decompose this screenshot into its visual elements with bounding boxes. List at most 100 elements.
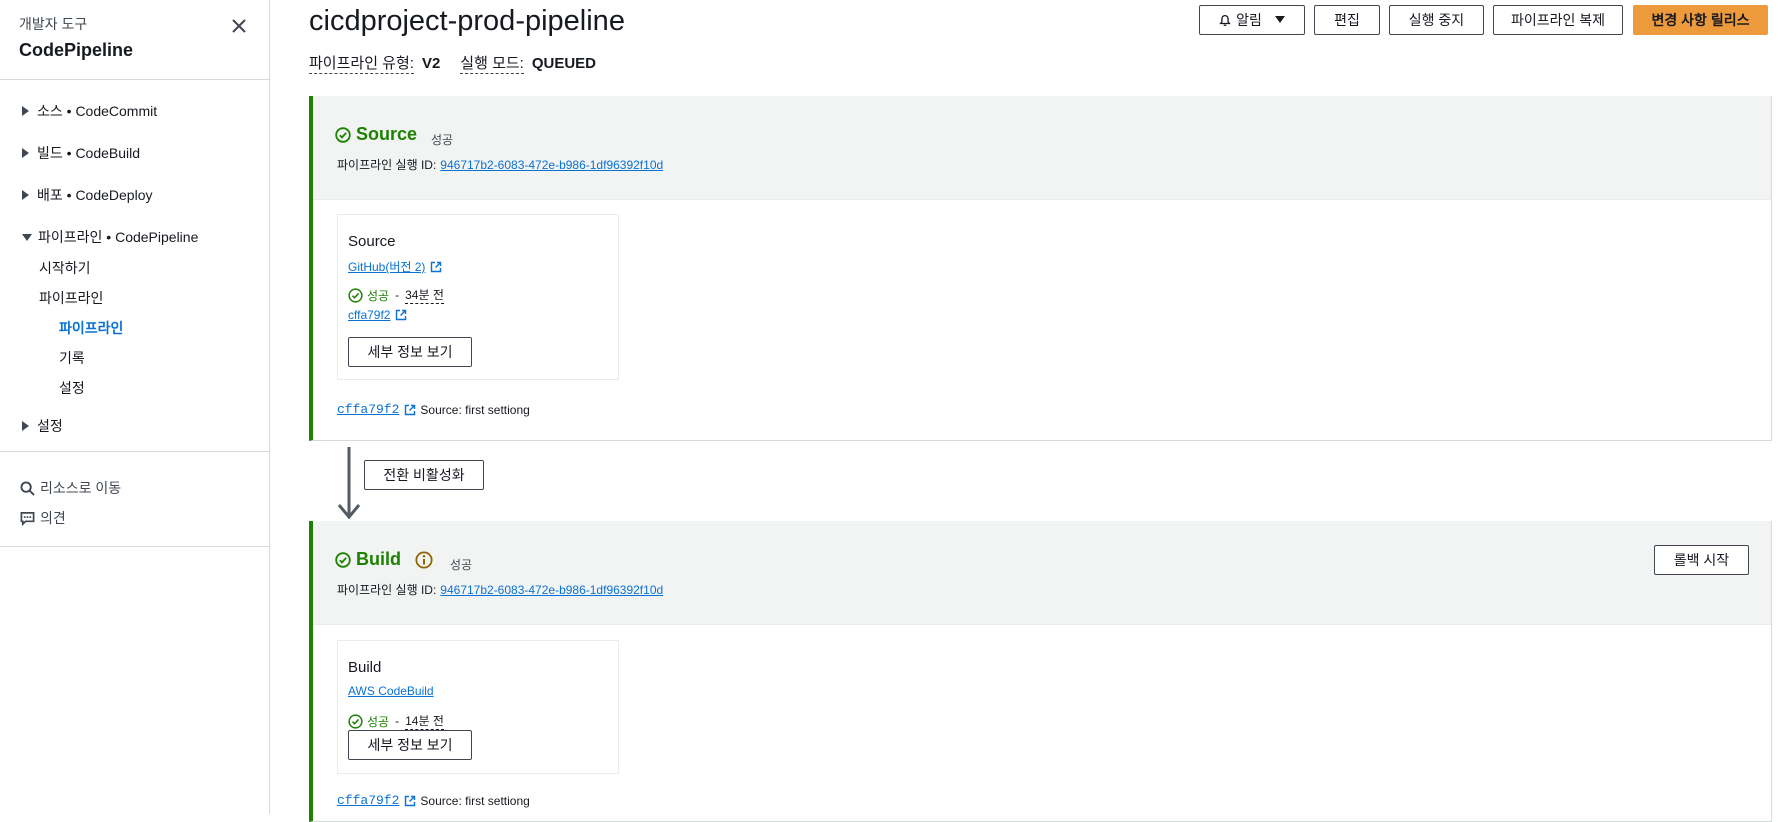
stage-source-header: Source 성공 파이프라인 실행 ID: 946717b2-6083-472e…	[313, 96, 1771, 200]
sidebar-item-history[interactable]: 기록	[59, 348, 85, 368]
stage-name: Source	[356, 124, 418, 144]
action-time[interactable]: 14분 전	[405, 712, 444, 730]
stage-commit-row: cffa79f2 Source: first settiong	[337, 793, 530, 808]
feedback-label: 의견	[40, 510, 66, 526]
stop-execution-button[interactable]: 실행 중지	[1389, 5, 1484, 35]
sidebar-group-pipeline[interactable]: 파이프라인 • CodePipeline	[22, 227, 198, 247]
pipeline-type-value: V2	[421, 54, 441, 72]
sidebar-group-deploy[interactable]: 배포 • CodeDeploy	[22, 185, 153, 205]
separator: -	[395, 288, 400, 302]
notify-button[interactable]: 알림	[1199, 5, 1305, 35]
stage-status: 성공	[431, 133, 454, 147]
external-link-icon	[396, 309, 407, 321]
sidebar-divider	[0, 451, 269, 452]
action-card-build: Build AWS CodeBuild 성공 - 14분 전 세부 정보 보기	[337, 640, 619, 774]
go-to-resource-link[interactable]: 리소스로 이동	[20, 478, 121, 498]
external-link-icon[interactable]	[404, 795, 416, 807]
action-provider-link[interactable]: AWS CodeBuild	[348, 684, 434, 698]
sidebar-subtitle: 개발자 도구	[19, 16, 88, 32]
execution-id-link[interactable]: 946717b2-6083-472e-b986-1df96392f10d	[440, 158, 663, 172]
separator: -	[395, 714, 400, 728]
transition-arrow-icon	[337, 447, 361, 520]
action-commit-label: cffa79f2	[348, 308, 391, 322]
feedback-link[interactable]: 의견	[20, 508, 66, 528]
sidebar-group-label: 배포 • CodeDeploy	[37, 187, 153, 203]
view-details-button[interactable]: 세부 정보 보기	[348, 730, 472, 760]
stage-commit-row: cffa79f2 Source: first settiong	[337, 402, 530, 417]
sidebar-divider	[0, 79, 269, 80]
sidebar-group-label: 빌드 • CodeBuild	[37, 145, 141, 161]
start-rollback-button[interactable]: 롤백 시작	[1654, 545, 1749, 575]
caret-right-icon	[22, 106, 29, 116]
success-icon	[335, 551, 351, 568]
sidebar-item-settings[interactable]: 설정	[59, 378, 85, 398]
commit-message: Source: first settiong	[420, 793, 530, 808]
caret-down-icon	[1274, 16, 1285, 23]
success-icon	[335, 126, 351, 143]
action-time[interactable]: 34분 전	[405, 286, 444, 304]
action-provider-link[interactable]: GitHub(버전 2)	[348, 258, 442, 275]
sidebar-group-source[interactable]: 소스 • CodeCommit	[22, 101, 157, 121]
execution-id-link[interactable]: 946717b2-6083-472e-b986-1df96392f10d	[440, 583, 663, 597]
execution-id-row: 파이프라인 실행 ID: 946717b2-6083-472e-b986-1df9…	[337, 156, 663, 173]
sidebar-group-settings[interactable]: 설정	[22, 416, 63, 436]
clone-pipeline-button[interactable]: 파이프라인 복제	[1493, 5, 1623, 35]
execution-id-label: 파이프라인 실행 ID:	[337, 583, 437, 597]
sidebar-header: 개발자 도구 CodePipeline	[19, 14, 133, 61]
sidebar-item-pipeline-section[interactable]: 파이프라인	[39, 288, 103, 308]
execution-id-label: 파이프라인 실행 ID:	[337, 158, 437, 172]
sidebar-item-getting-started[interactable]: 시작하기	[39, 258, 91, 278]
commit-id-link[interactable]: cffa79f2	[337, 402, 399, 417]
action-status-text: 성공	[367, 288, 390, 303]
stage-build-header: Build 성공 파이프라인 실행 ID: 946717b2-6083-472e-…	[313, 521, 1771, 625]
caret-right-icon	[22, 148, 29, 158]
stage-build: Build 성공 파이프라인 실행 ID: 946717b2-6083-472e-…	[309, 521, 1772, 822]
feedback-icon	[20, 511, 35, 526]
caret-right-icon	[22, 190, 29, 200]
page-title: cicdproject-prod-pipeline	[309, 5, 625, 37]
release-change-button[interactable]: 변경 사항 릴리스	[1633, 5, 1768, 35]
success-icon	[348, 287, 363, 303]
action-provider-label: AWS CodeBuild	[348, 684, 434, 698]
close-icon[interactable]	[229, 16, 249, 36]
stage-build-title: Build	[335, 549, 438, 570]
stage-source: Source 성공 파이프라인 실행 ID: 946717b2-6083-472e…	[309, 96, 1772, 441]
action-commit-link[interactable]: cffa79f2	[348, 308, 407, 322]
view-details-button[interactable]: 세부 정보 보기	[348, 337, 472, 367]
action-title: Source	[348, 233, 396, 250]
disable-transition-button[interactable]: 전환 비활성화	[364, 460, 484, 490]
go-to-resource-label: 리소스로 이동	[40, 480, 122, 496]
action-title: Build	[348, 659, 382, 676]
caret-down-icon	[22, 233, 32, 241]
pipeline-meta: 파이프라인 유형: V2 실행 모드: QUEUED	[309, 52, 616, 74]
notify-label: 알림	[1236, 12, 1262, 28]
sidebar-group-label: 설정	[37, 418, 63, 434]
pipeline-type-label[interactable]: 파이프라인 유형:	[309, 52, 414, 74]
bell-icon	[1219, 15, 1231, 26]
commit-id-link[interactable]: cffa79f2	[337, 793, 399, 808]
commit-message: Source: first settiong	[420, 402, 530, 417]
sidebar-item-pipelines[interactable]: 파이프라인	[59, 318, 123, 338]
side-navigation: 개발자 도구 CodePipeline 소스 • CodeCommit 빌드 •…	[0, 0, 270, 814]
success-icon	[348, 713, 363, 729]
action-provider-label: GitHub(버전 2)	[348, 260, 426, 274]
execution-id-row: 파이프라인 실행 ID: 946717b2-6083-472e-b986-1df9…	[337, 581, 663, 598]
edit-button[interactable]: 편집	[1314, 5, 1380, 35]
action-card-source: Source GitHub(버전 2) 성공 - 34분 전 cffa79f2	[337, 214, 619, 380]
sidebar-group-build[interactable]: 빌드 • CodeBuild	[22, 143, 140, 163]
action-status: 성공 - 14분 전	[348, 712, 444, 730]
sidebar-divider	[0, 546, 269, 547]
stage-status: 성공	[450, 558, 473, 572]
action-status: 성공 - 34분 전	[348, 286, 444, 304]
sidebar-title[interactable]: CodePipeline	[19, 40, 133, 61]
sidebar-group-label: 소스 • CodeCommit	[37, 103, 158, 119]
execution-mode-value: QUEUED	[531, 54, 597, 72]
external-link-icon	[431, 261, 442, 272]
caret-right-icon	[22, 421, 29, 431]
execution-mode-label[interactable]: 실행 모드:	[460, 52, 524, 74]
stage-name: Build	[356, 549, 401, 569]
sidebar-group-label: 파이프라인 • CodePipeline	[38, 229, 199, 245]
action-status-text: 성공	[367, 714, 390, 729]
external-link-icon[interactable]	[404, 404, 416, 416]
info-icon[interactable]	[415, 550, 433, 569]
